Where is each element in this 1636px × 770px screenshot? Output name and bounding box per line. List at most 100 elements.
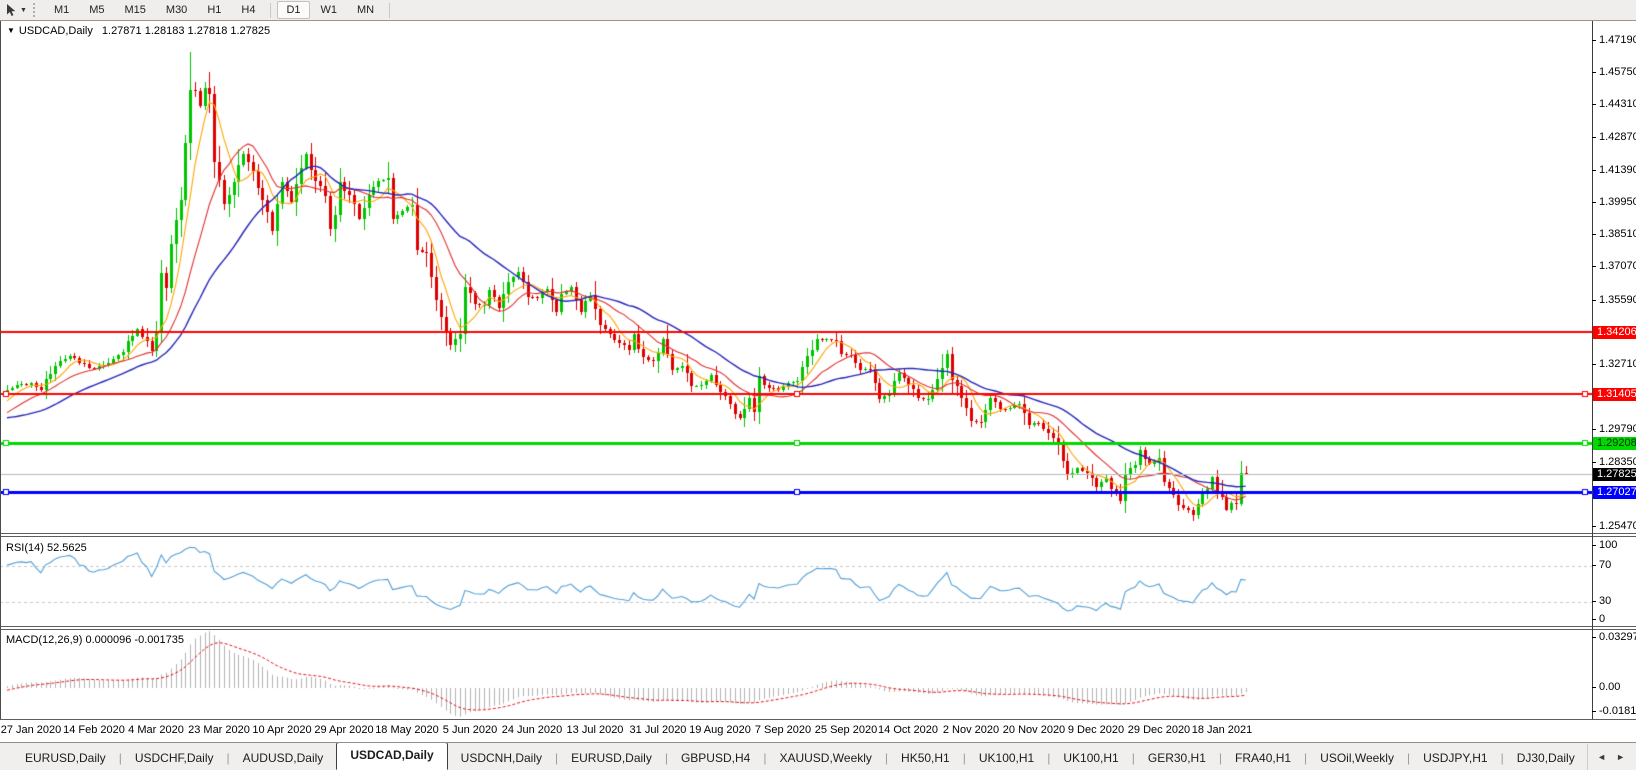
- chart-tab-usdcad-daily[interactable]: USDCAD,Daily: [336, 743, 448, 770]
- chart-tab-usdjpy-h1[interactable]: USDJPY,H1: [1410, 746, 1500, 770]
- chart-tab-bar: EURUSD,Daily | USDCHF,Daily | AUDUSD,Daily US…: [0, 742, 1636, 770]
- chart-tab-uk100-h1[interactable]: UK100,H1: [966, 746, 1047, 770]
- tick-label: 1.41390: [1599, 164, 1636, 176]
- bar-close: 1.27825: [230, 25, 271, 37]
- price-axis-tick: 1.25470: [1592, 520, 1636, 533]
- hline-price-label: 1.31405: [1593, 388, 1636, 401]
- price-axis-tick: 1.42870: [1592, 131, 1636, 144]
- tick-label: 1.38510: [1599, 228, 1636, 240]
- price-axis-tick: 1.29790: [1592, 423, 1636, 436]
- main-chart-canvas[interactable]: [0, 21, 1592, 533]
- chart-tab-uk100-h1[interactable]: UK100,H1: [1050, 746, 1131, 770]
- tick-label: 100: [1599, 539, 1618, 551]
- tick-mark: [1592, 545, 1596, 546]
- tick-label: 1.35590: [1599, 294, 1636, 306]
- tick-label: 70: [1599, 559, 1612, 571]
- tick-label: 1.32710: [1599, 358, 1636, 370]
- tick-mark: [1592, 137, 1596, 138]
- chart-tab-xauusd-weekly[interactable]: XAUUSD,Weekly: [766, 746, 884, 770]
- timeframe-button-d1[interactable]: D1: [277, 1, 310, 19]
- bar-low: 1.27818: [187, 25, 228, 37]
- tick-mark: [1592, 104, 1596, 105]
- chart-tab-hk50-h1[interactable]: HK50,H1: [888, 746, 963, 770]
- chart-tab-usdcnh-daily[interactable]: USDCNH,Daily: [448, 746, 555, 770]
- timeframe-buttons: M1 M5 M15 M30 H1 H4 D1 W1 MN: [44, 1, 395, 19]
- price-axis-tick: 1.38510: [1592, 228, 1636, 241]
- bar-high: 1.28183: [144, 25, 185, 37]
- chart-tab-gbpusd-h4[interactable]: GBPUSD,H4: [668, 746, 763, 770]
- tick-label: 0.00: [1599, 681, 1621, 693]
- chart-symbol-period: USDCAD,Daily: [18, 25, 93, 37]
- date-axis: 27 Jan 2020 14 Feb 2020 4 Mar 2020 23 Mar 2…: [0, 720, 1592, 741]
- chart-title: ▼ USDCAD,Daily 1.27871 1.28183 1.27818 1.2…: [7, 25, 270, 37]
- timeframe-button-h4[interactable]: H4: [232, 1, 264, 19]
- tick-mark: [1592, 601, 1596, 602]
- chart-tab-usdchf-daily[interactable]: USDCHF,Daily: [122, 746, 227, 770]
- chart-tab-eurusd-daily[interactable]: EURUSD,Daily: [558, 746, 665, 770]
- price-axis-tick: 1.47190: [1592, 34, 1636, 47]
- macd-indicator-label: MACD(12,26,9) 0.000096 -0.001735: [6, 634, 184, 646]
- macd-axis-tick: -0.018154: [1592, 705, 1636, 718]
- tick-label: -0.018154: [1599, 705, 1636, 717]
- tick-label: 1.45750: [1599, 66, 1636, 78]
- tick-label: 0: [1599, 613, 1606, 625]
- tick-label: 1.42870: [1599, 131, 1636, 143]
- price-axis-tick: 1.35590: [1592, 294, 1636, 307]
- timeframe-button-m30[interactable]: M30: [157, 1, 196, 19]
- timeframe-button-mn[interactable]: MN: [348, 1, 383, 19]
- tick-mark: [1592, 619, 1596, 620]
- current-price-label: 1.27825: [1593, 468, 1636, 481]
- collapse-caret-icon: ▼: [7, 26, 15, 35]
- price-axis-tick: 1.39950: [1592, 196, 1636, 209]
- tick-mark: [1592, 687, 1596, 688]
- toolbar-grip[interactable]: [32, 3, 38, 17]
- tick-mark: [1592, 429, 1596, 430]
- timeframe-button-m15[interactable]: M15: [116, 1, 155, 19]
- toolbar-separator: [389, 2, 391, 18]
- tabs-scroll-right-icon[interactable]: ►: [1611, 750, 1630, 764]
- toolbar-separator: [270, 2, 272, 18]
- rsi-indicator-label: RSI(14) 52.5625: [6, 542, 87, 554]
- chart-tab-audusd-daily[interactable]: AUDUSD,Daily: [230, 746, 337, 770]
- tick-label: 0.032972: [1599, 631, 1636, 643]
- timeframe-button-w1[interactable]: W1: [312, 1, 347, 19]
- tick-label: 1.29790: [1599, 423, 1636, 435]
- chart-window: ▼ USDCAD,Daily 1.27871 1.28183 1.27818 1.2…: [0, 21, 1636, 742]
- rsi-axis-tick: 30: [1592, 595, 1636, 608]
- tick-mark: [1592, 711, 1596, 712]
- chart-tab-usoil-weekly[interactable]: USOil,Weekly: [1307, 746, 1407, 770]
- tabs-scroll-left-icon[interactable]: ◄: [1592, 750, 1611, 764]
- tick-label: 1.39950: [1599, 196, 1636, 208]
- tick-mark: [1592, 170, 1596, 171]
- timeframe-button-m5[interactable]: M5: [80, 1, 113, 19]
- price-axis-tick: 1.32710: [1592, 358, 1636, 371]
- chart-tab-dj30-daily[interactable]: DJ30,Daily: [1504, 746, 1588, 770]
- tick-label: 1.25470: [1599, 520, 1636, 532]
- panel-splitter[interactable]: [0, 533, 1636, 537]
- tick-label: 1.37070: [1599, 260, 1636, 272]
- tick-mark: [1592, 526, 1596, 527]
- tab-scroll-controls: ◄ ►: [1587, 744, 1636, 770]
- cursor-tool-icon[interactable]: [4, 3, 18, 17]
- chart-tab-ger30-h1[interactable]: GER30,H1: [1135, 746, 1219, 770]
- macd-panel-canvas[interactable]: [0, 630, 1592, 719]
- tick-mark: [1592, 637, 1596, 638]
- rsi-axis-tick: 0: [1592, 613, 1636, 626]
- tick-mark: [1592, 234, 1596, 235]
- tick-mark: [1592, 565, 1596, 566]
- tick-mark: [1592, 266, 1596, 267]
- rsi-axis-tick: 100: [1592, 539, 1636, 552]
- macd-axis-tick: 0.032972: [1592, 631, 1636, 644]
- chart-tab-eurusd-daily[interactable]: EURUSD,Daily: [12, 746, 119, 770]
- tick-mark: [1592, 72, 1596, 73]
- timeframe-button-m1[interactable]: M1: [45, 1, 78, 19]
- top-toolbar: ▼ M1 M5 M15 M30 H1 H4 D1 W1 MN: [0, 0, 1636, 21]
- tick-mark: [1592, 300, 1596, 301]
- date-axis-label: 18 Jan 2021: [1191, 724, 1253, 736]
- macd-axis-tick: 0.00: [1592, 681, 1636, 694]
- rsi-panel-canvas[interactable]: [0, 538, 1592, 626]
- cursor-tool-caret-icon[interactable]: ▼: [20, 7, 27, 14]
- chart-tab-fra40-h1[interactable]: FRA40,H1: [1222, 746, 1304, 770]
- timeframe-button-h1[interactable]: H1: [198, 1, 230, 19]
- bar-open: 1.27871: [101, 25, 142, 37]
